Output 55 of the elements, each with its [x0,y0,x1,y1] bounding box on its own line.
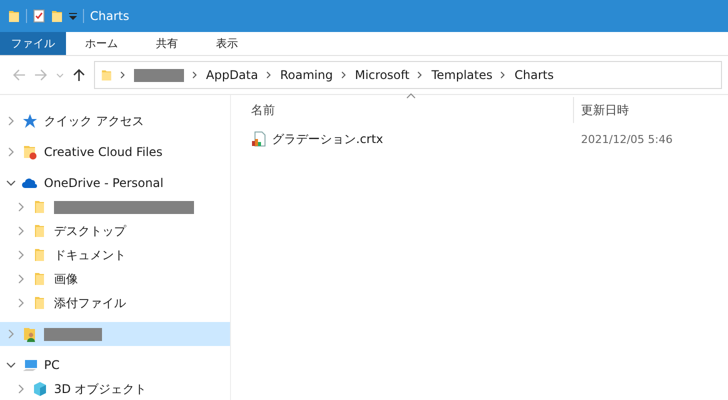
tree-label: ドキュメント [54,246,126,264]
tree-label: デスクトップ [54,222,126,240]
column-header[interactable]: 更新日時 [573,97,629,123]
chevron-right-icon[interactable] [417,71,424,79]
tree-label: 画像 [54,270,78,288]
folder-icon [101,68,112,82]
breadcrumb[interactable]: Charts [514,68,554,82]
tree-label: 添付ファイル [54,294,126,312]
redaction-bar [44,328,102,340]
folder-icon[interactable] [8,9,20,23]
tree-item[interactable]: 添付ファイル [0,291,230,315]
tree-label: クイック アクセス [44,112,144,130]
up-icon[interactable] [72,68,86,82]
computer-icon [22,357,38,373]
window-title: Charts [90,9,130,23]
chevron-right-icon[interactable] [500,71,506,79]
tree-label: 3D オブジェクト [54,380,147,398]
tree-item[interactable]: OneDrive - Personal [0,171,230,195]
chevron-down-icon[interactable] [6,360,16,370]
chevron-down-icon[interactable] [6,178,16,188]
user-folder-icon [22,326,38,342]
column-header[interactable]: 名前 [249,97,573,123]
breadcrumb[interactable]: Roaming [280,68,333,82]
tree-item[interactable]: クイック アクセス [0,109,230,133]
back-icon[interactable] [12,68,26,82]
dropdown-icon[interactable] [69,12,77,20]
forward-icon[interactable] [34,68,48,82]
chevron-right-icon[interactable] [192,71,198,79]
breadcrumb[interactable]: Microsoft [354,68,410,82]
file-date: 2021/12/05 5:46 [581,132,673,146]
cube-icon [32,381,48,397]
star-icon [22,113,38,129]
tree-item[interactable]: Creative Cloud Files [0,140,230,164]
chart-file-icon [251,131,267,147]
tree-label: Creative Cloud Files [44,145,163,159]
chevron-right-icon[interactable] [266,71,272,79]
breadcrumb[interactable]: Templates [431,68,492,82]
folder-icon [22,144,38,160]
tree-item[interactable]: PC [0,353,230,377]
tree-label: PC [44,358,60,372]
breadcrumb[interactable]: AppData [206,68,258,82]
tree-item[interactable]: 画像 [0,267,230,291]
file-name[interactable]: グラデーション.crtx [272,130,384,148]
tree-item[interactable] [0,322,230,346]
properties-icon[interactable] [33,9,45,23]
sort-ascending-icon [406,93,416,99]
tree-label: OneDrive - Personal [44,176,164,190]
tree-item[interactable]: デスクトップ [0,219,230,243]
chevron-right-icon[interactable] [340,71,347,79]
ribbon-tab[interactable]: ファイル [0,32,66,55]
chevron-right-icon[interactable] [120,71,126,79]
tree-item[interactable]: 3D オブジェクト [0,377,230,400]
address-bar[interactable]: AppData Roaming Microsoft Templates Charts [94,61,722,89]
tree-item[interactable]: ドキュメント [0,243,230,267]
new-folder-icon[interactable] [51,9,63,23]
